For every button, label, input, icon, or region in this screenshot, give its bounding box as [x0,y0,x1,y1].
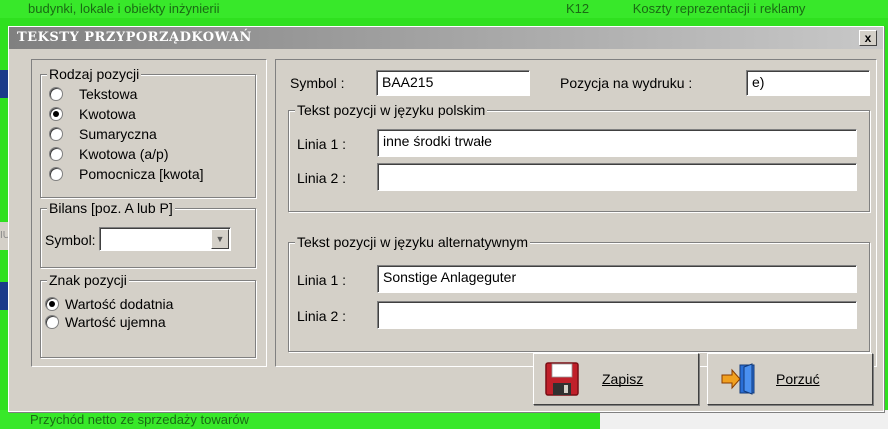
bilans-group: Bilans [poz. A lub P] Symbol: ▼ [40,200,256,268]
background-bottom-right [600,410,888,429]
floppy-disk-icon [545,362,579,396]
teksty-dialog: TEKSTY PRZYPORZĄDKOWAŃ x Rodzaj pozycji … [8,26,884,412]
radio-label: Kwotowa (a/p) [79,146,169,162]
znak-pozycji-legend: Znak pozycji [47,272,129,288]
dialog-titlebar[interactable]: TEKSTY PRZYPORZĄDKOWAŃ x [9,27,883,49]
dialog-title: TEKSTY PRZYPORZĄDKOWAŃ [17,30,252,45]
left-panel: Rodzaj pozycji Tekstowa Kwotowa Sumarycz… [31,59,267,367]
alternatywny-linia1-input[interactable]: Sonstige Anlageguter [377,265,857,293]
symbol-label: Symbol : [290,75,345,91]
radio-wartosc-ujemna[interactable]: Wartość ujemna [45,313,166,331]
radio-label: Kwotowa [79,106,136,122]
radio-sumaryczna[interactable]: Sumaryczna [49,125,157,143]
background-code: K12 [566,1,590,16]
radio-label: Pomocnicza [kwota] [79,166,204,182]
pozycja-input[interactable]: e) [746,70,870,96]
save-button-label: Zapisz [602,371,644,387]
polski-linia2-label: Linia 2 : [297,170,347,186]
radio-circle[interactable] [49,107,63,121]
bilans-symbol-combo[interactable]: ▼ [99,227,231,251]
background-row-right-text: Koszty reprezentacji i reklamy [632,1,806,16]
background-blue-marker [0,70,8,98]
radio-circle[interactable] [45,297,59,311]
background-blue-marker [0,282,8,310]
radio-kwotowa-ap[interactable]: Kwotowa (a/p) [49,145,168,163]
tekst-polski-group: Tekst pozycji w języku polskim Linia 1 :… [288,102,870,212]
rodzaj-pozycji-legend: Rodzaj pozycji [47,66,142,82]
pozycja-label: Pozycja na wydruku : [560,75,693,91]
background-bottom-text: Przychód netto ze sprzedaży towarów [0,410,550,429]
bilans-legend: Bilans [poz. A lub P] [47,200,175,216]
radio-kwotowa[interactable]: Kwotowa [49,105,136,123]
polski-linia1-input[interactable]: inne środki trwałe [377,129,857,157]
right-panel: Symbol : BAA215 Pozycja na wydruku : e) … [275,59,877,367]
exit-door-icon [721,363,755,395]
radio-label: Wartość ujemna [65,314,166,330]
tekst-alternatywny-legend: Tekst pozycji w języku alternatywnym [295,234,531,250]
radio-circle[interactable] [49,147,63,161]
alternatywny-linia1-label: Linia 1 : [297,272,347,288]
tekst-alternatywny-group: Tekst pozycji w języku alternatywnym Lin… [288,234,870,352]
radio-circle[interactable] [49,167,63,181]
save-button[interactable]: Zapisz [533,353,699,405]
radio-circle[interactable] [45,315,59,329]
radio-circle[interactable] [49,127,63,141]
radio-label: Wartość dodatnia [65,296,174,312]
bilans-symbol-label: Symbol: [45,232,96,248]
tekst-polski-legend: Tekst pozycji w języku polskim [295,102,488,118]
radio-label: Tekstowa [79,86,138,102]
alternatywny-linia2-input[interactable] [377,301,857,329]
radio-wartosc-dodatnia[interactable]: Wartość dodatnia [45,295,173,313]
polski-linia1-label: Linia 1 : [297,136,347,152]
znak-pozycji-group: Znak pozycji Wartość dodatnia Wartość uj… [40,272,256,358]
rodzaj-pozycji-group: Rodzaj pozycji Tekstowa Kwotowa Sumarycz… [40,66,256,198]
close-button[interactable]: x [859,30,877,46]
background-row-text: budynki, lokale i obiekty inżynierii [0,0,548,18]
polski-linia2-input[interactable] [377,163,857,191]
radio-label: Sumaryczna [79,126,157,142]
symbol-input[interactable]: BAA215 [376,70,530,96]
radio-circle[interactable] [49,87,63,101]
cancel-button[interactable]: Porzuć [707,353,873,405]
background-row-right: K12 Koszty reprezentacji i reklamy [548,0,888,18]
radio-pomocnicza[interactable]: Pomocnicza [kwota] [49,165,204,183]
chevron-down-icon[interactable]: ▼ [211,229,229,249]
alternatywny-linia2-label: Linia 2 : [297,308,347,324]
radio-tekstowa[interactable]: Tekstowa [49,85,137,103]
cancel-button-label: Porzuć [776,371,820,387]
